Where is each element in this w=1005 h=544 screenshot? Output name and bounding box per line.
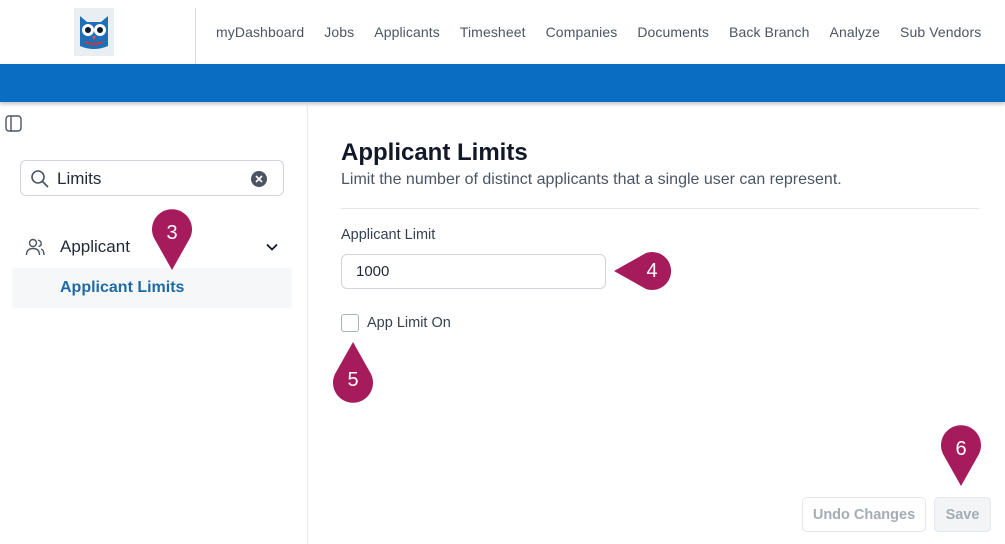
sidebar-group-label: Applicant (60, 237, 130, 256)
callout-marker-3-label: 3 (166, 222, 178, 244)
applicant-limit-input[interactable] (341, 254, 606, 289)
callout-marker-5-label: 5 (347, 369, 359, 391)
nav-menu: myDashboard Jobs Applicants Timesheet Co… (206, 0, 991, 64)
sidebar-item-label: Applicant Limits (60, 279, 185, 296)
nav-mydashboard[interactable]: myDashboard (206, 24, 314, 40)
clear-search-icon[interactable] (251, 171, 267, 187)
applicant-limit-label: Applicant Limit (341, 227, 436, 243)
header-bar (0, 64, 1005, 102)
search-input[interactable] (57, 167, 247, 191)
page-title: Applicant Limits (341, 139, 528, 166)
section-divider (341, 208, 979, 209)
sidebar-item-applicant-limits[interactable]: Applicant Limits (12, 268, 292, 308)
app-limit-checkbox-label[interactable]: App Limit On (367, 315, 451, 331)
nav-analyze[interactable]: Analyze (820, 24, 891, 40)
nav-documents[interactable]: Documents (627, 24, 719, 40)
main-content: Applicant Limits Limit the number of dis… (309, 104, 1005, 544)
chevron-down-icon[interactable] (264, 239, 280, 255)
nav-applicants[interactable]: Applicants (364, 24, 450, 40)
search-icon (31, 170, 49, 188)
nav-sub-vendors[interactable]: Sub Vendors (890, 24, 991, 40)
logo-divider (195, 8, 196, 64)
nav-companies[interactable]: Companies (536, 24, 628, 40)
page-description: Limit the number of distinct applicants … (341, 171, 842, 188)
owl-logo-icon (80, 16, 108, 49)
nav-timesheet[interactable]: Timesheet (450, 24, 536, 40)
search-field (20, 160, 284, 196)
settings-sidebar: Applicant Applicant Limits (0, 104, 308, 544)
users-icon (25, 238, 45, 256)
sidebar-toggle-icon[interactable] (5, 115, 22, 132)
nav-jobs[interactable]: Jobs (314, 24, 364, 40)
owl-logo[interactable] (74, 8, 114, 56)
nav-back-branch[interactable]: Back Branch (719, 24, 819, 40)
top-navbar: myDashboard Jobs Applicants Timesheet Co… (0, 0, 1005, 64)
app-limit-checkbox[interactable] (341, 314, 359, 332)
save-button[interactable]: Save (934, 497, 991, 532)
undo-changes-button[interactable]: Undo Changes (802, 497, 926, 532)
callout-marker-6-label: 6 (955, 438, 967, 460)
callout-marker-4-label: 4 (646, 260, 658, 282)
